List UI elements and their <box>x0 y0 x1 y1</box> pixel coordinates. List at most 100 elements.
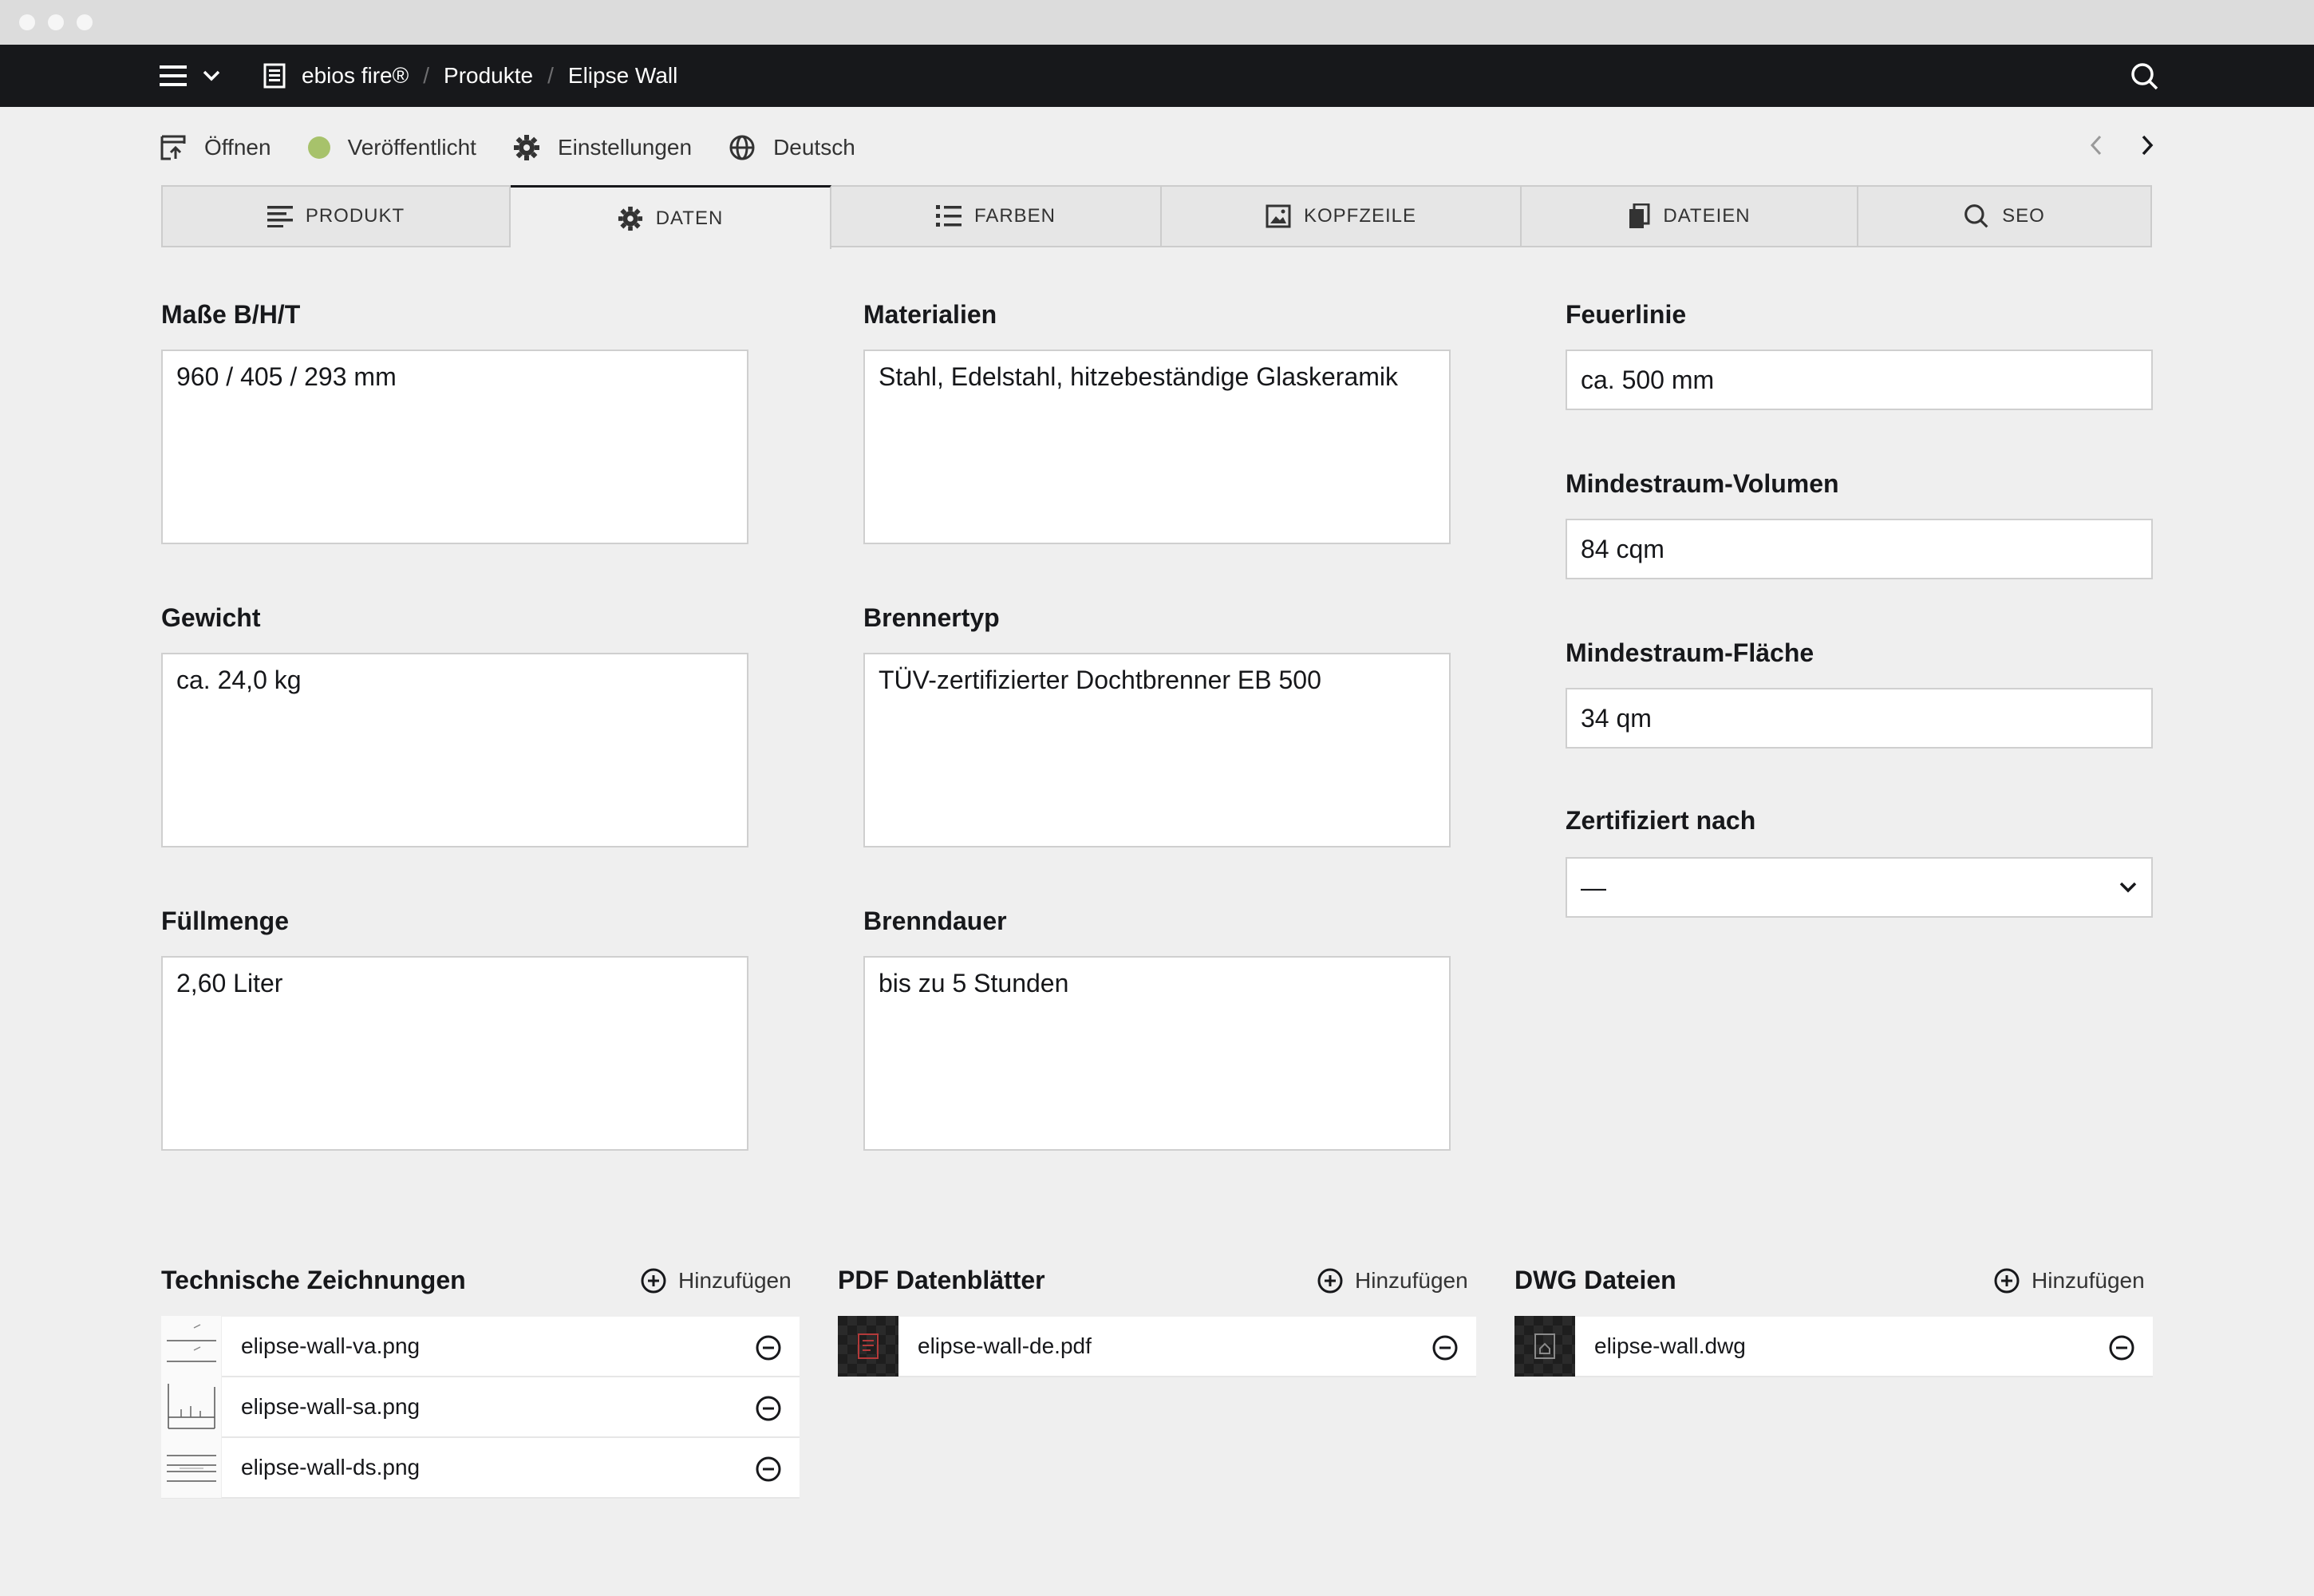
file-name: elipse-wall.dwg <box>1594 1333 1746 1358</box>
list-icon <box>935 205 962 227</box>
file-row[interactable]: elipse-wall-ds.png <box>161 1437 800 1499</box>
feuerlinie-label: Feuerlinie <box>1566 300 1687 329</box>
plus-circle-icon <box>1317 1268 1343 1294</box>
file-name: elipse-wall-sa.png <box>241 1394 421 1419</box>
brennertyp-textarea[interactable]: TÜV-zertifizierter Dochtbrenner EB 500 <box>863 653 1451 847</box>
minus-circle-icon[interactable] <box>1431 1334 1459 1361</box>
fuellmenge-textarea[interactable]: 2,60 Liter <box>161 956 748 1151</box>
tab-label: PRODUKT <box>305 205 405 227</box>
drawing-thumbnail <box>161 1316 222 1377</box>
plus-circle-icon <box>1994 1268 2020 1294</box>
settings-button[interactable]: Einstellungen <box>513 134 692 161</box>
zeichnungen-file-list: elipse-wall-va.png elipse-wall-sa.png el… <box>161 1316 800 1499</box>
tab-kopfzeile[interactable]: KOPFZEILE <box>1162 187 1522 246</box>
globe-icon <box>729 135 755 160</box>
pdf-title: PDF Datenblätter <box>838 1266 1045 1294</box>
file-name: elipse-wall-de.pdf <box>918 1333 1092 1358</box>
tab-label: FARBEN <box>973 205 1056 227</box>
volumen-input[interactable]: 84 cqm <box>1566 519 2153 579</box>
chevron-right-icon[interactable] <box>2140 134 2154 156</box>
tab-label: DATEN <box>655 207 724 229</box>
open-button[interactable]: Öffnen <box>160 134 271 161</box>
top-bar: ebios fire® / Produkte / Elipse Wall <box>0 45 2314 107</box>
chevron-down-icon <box>203 70 220 81</box>
breadcrumb: ebios fire® / Produkte / Elipse Wall <box>263 45 677 107</box>
gear-icon <box>618 206 642 231</box>
zertifiziert-select[interactable]: — <box>1566 857 2153 918</box>
tab-farben[interactable]: FARBEN <box>831 187 1162 246</box>
breadcrumb-products[interactable]: Produkte <box>444 63 533 89</box>
main-menu-toggle[interactable] <box>160 64 220 88</box>
files-icon <box>1629 203 1650 228</box>
language-button[interactable]: Deutsch <box>729 134 855 161</box>
window-minimize-dot[interactable] <box>48 14 64 30</box>
file-row[interactable]: elipse-wall.dwg <box>1514 1316 2153 1377</box>
file-name: elipse-wall-ds.png <box>241 1455 421 1479</box>
dwg-title: DWG Dateien <box>1514 1266 1676 1294</box>
drawing-thumbnail <box>161 1437 222 1498</box>
page-toolbar: Öffnen Veröffentlicht Einstellungen Deut… <box>160 128 2154 168</box>
add-label: Hinzufügen <box>2032 1268 2145 1293</box>
materialien-label: Materialien <box>863 300 997 329</box>
dwg-file-icon <box>1514 1316 1575 1377</box>
file-name: elipse-wall-va.png <box>241 1333 421 1358</box>
gear-icon <box>513 135 539 160</box>
file-row[interactable]: elipse-wall-de.pdf <box>838 1316 1476 1377</box>
search-button[interactable] <box>2130 62 2159 95</box>
window-chrome <box>0 0 2314 45</box>
chevron-left-icon[interactable] <box>2089 134 2103 156</box>
image-icon <box>1266 204 1291 228</box>
open-external-icon <box>160 135 186 160</box>
settings-label: Einstellungen <box>557 135 693 160</box>
drawing-thumbnail <box>161 1377 222 1437</box>
dwg-add-button[interactable]: Hinzufügen <box>1993 1267 2145 1294</box>
brenndauer-textarea[interactable]: bis zu 5 Stunden <box>863 956 1451 1151</box>
tab-daten[interactable]: DATEN <box>511 185 831 249</box>
breadcrumb-separator: / <box>423 63 430 88</box>
zeichnungen-add-button[interactable]: Hinzufügen <box>640 1267 792 1294</box>
tab-produkt[interactable]: PRODUKT <box>163 187 511 246</box>
chevron-down-icon <box>2119 882 2137 893</box>
breadcrumb-separator: / <box>547 63 554 88</box>
minus-circle-icon[interactable] <box>755 1334 782 1361</box>
add-label: Hinzufügen <box>678 1268 792 1293</box>
window-zoom-dot[interactable] <box>77 14 93 30</box>
breadcrumb-site[interactable]: ebios fire® <box>302 63 409 89</box>
masse-label: Maße B/H/T <box>161 300 301 329</box>
window-close-dot[interactable] <box>19 14 35 30</box>
tab-label: DATEIEN <box>1663 205 1751 227</box>
plus-circle-icon <box>641 1268 666 1294</box>
status-label: Veröffentlicht <box>347 135 476 160</box>
text-lines-icon <box>267 206 293 227</box>
tab-label: SEO <box>2002 205 2045 227</box>
tab-dateien[interactable]: DATEIEN <box>1522 187 1858 246</box>
pdf-file-icon <box>838 1316 898 1377</box>
flaeche-label: Mindestraum-Fläche <box>1566 638 1814 667</box>
volumen-label: Mindestraum-Volumen <box>1566 469 1839 498</box>
flaeche-input[interactable]: 34 qm <box>1566 688 2153 749</box>
tab-bar: PRODUKT DATEN FARBEN KOPFZEILE DATEIEN S… <box>161 185 2152 249</box>
language-label: Deutsch <box>773 135 855 160</box>
gewicht-label: Gewicht <box>161 603 261 632</box>
brenndauer-label: Brenndauer <box>863 907 1007 935</box>
breadcrumb-current[interactable]: Elipse Wall <box>568 63 677 89</box>
pdf-file-list: elipse-wall-de.pdf <box>838 1316 1476 1377</box>
zeichnungen-title: Technische Zeichnungen <box>161 1266 466 1294</box>
pdf-add-button[interactable]: Hinzufügen <box>1317 1267 1468 1294</box>
minus-circle-icon[interactable] <box>755 1456 782 1483</box>
tab-seo[interactable]: SEO <box>1858 187 2150 246</box>
materialien-textarea[interactable]: Stahl, Edelstahl, hitzebeständige Glaske… <box>863 350 1451 544</box>
open-label: Öffnen <box>204 135 271 160</box>
feuerlinie-input[interactable]: ca. 500 mm <box>1566 350 2153 410</box>
file-row[interactable]: elipse-wall-sa.png <box>161 1377 800 1438</box>
status-button[interactable]: Veröffentlicht <box>307 135 476 160</box>
brennertyp-label: Brennertyp <box>863 603 1000 632</box>
file-row[interactable]: elipse-wall-va.png <box>161 1316 800 1377</box>
hamburger-icon <box>160 65 187 86</box>
masse-textarea[interactable]: 960 / 405 / 293 mm <box>161 350 748 544</box>
gewicht-textarea[interactable]: ca. 24,0 kg <box>161 653 748 847</box>
minus-circle-icon[interactable] <box>755 1395 782 1422</box>
dwg-file-list: elipse-wall.dwg <box>1514 1316 2153 1377</box>
minus-circle-icon[interactable] <box>2108 1334 2135 1361</box>
zertifiziert-label: Zertifiziert nach <box>1566 806 1756 835</box>
